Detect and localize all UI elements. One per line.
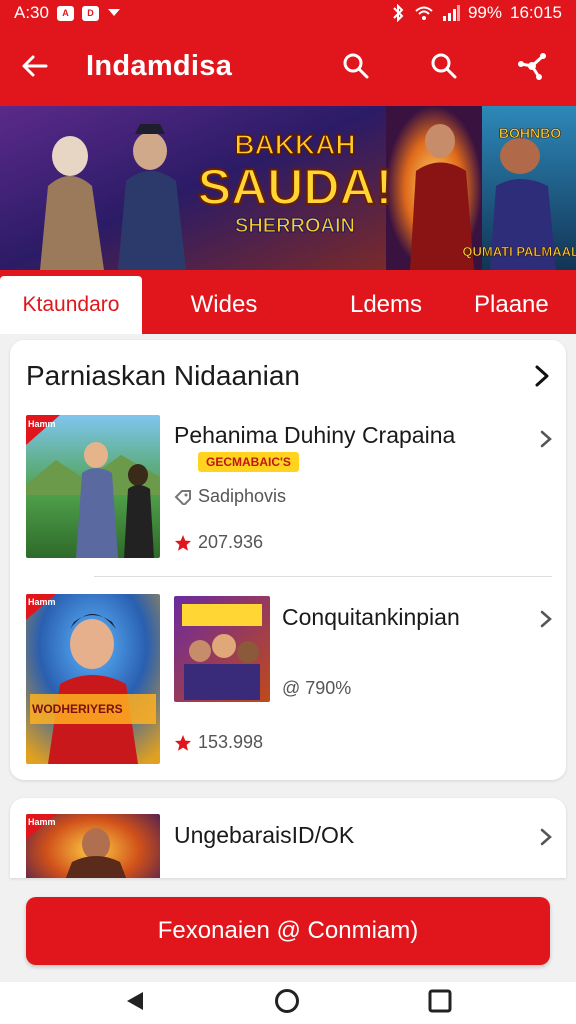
item-meta-text: @ 790% bbox=[282, 678, 352, 698]
arrow-left-icon bbox=[22, 55, 48, 77]
primary-cta-button[interactable]: Fexonaien @ Conmiam) bbox=[26, 897, 550, 965]
tab-plaane[interactable]: Plaane bbox=[466, 276, 576, 334]
chevron-right-icon bbox=[540, 828, 552, 846]
game-thumbnail: WODHERIYERS Hamm bbox=[26, 594, 160, 764]
item-title: Conquitankinpian bbox=[282, 604, 460, 630]
dropdown-notification-icon bbox=[107, 9, 120, 16]
item-rating-value: 207.936 bbox=[198, 532, 264, 552]
banner-right-tag-2: QUMATI PALMAALS bbox=[462, 244, 576, 259]
wifi-icon bbox=[415, 6, 433, 20]
signal-icon bbox=[442, 5, 460, 21]
bluetooth-icon bbox=[393, 4, 404, 22]
section-title: Parniaskan Nidaanian bbox=[26, 360, 300, 391]
notification-icon: D bbox=[81, 5, 99, 21]
status-clock: 16:015 bbox=[510, 3, 562, 22]
thumbnail-text: WODHERIYERS bbox=[32, 702, 123, 716]
battery-level: 99% bbox=[467, 3, 502, 22]
section-card: Hamm UngebaraisID/OK bbox=[10, 798, 566, 878]
tab-ktaundaro[interactable]: Ktaundaro bbox=[0, 276, 142, 334]
thumbnail-corner-tag: Hamm bbox=[28, 419, 56, 429]
item-meta-text: Sadiphovis bbox=[198, 486, 287, 506]
banner-headline-2: SAUDA! bbox=[198, 159, 392, 215]
recents-square-icon bbox=[428, 989, 452, 1012]
tag-icon bbox=[174, 489, 191, 505]
promo-banner[interactable]: BAKKAH SAUDA! SHERROAIN BOHNBO QUMATI PA… bbox=[0, 106, 576, 270]
chevron-right-icon bbox=[535, 365, 549, 387]
tab-wides[interactable]: Wides bbox=[142, 276, 306, 334]
search-icon bbox=[431, 53, 457, 79]
chevron-right-icon bbox=[540, 610, 552, 628]
banner-artwork: BAKKAH SAUDA! SHERROAIN BOHNBO QUMATI PA… bbox=[0, 106, 576, 270]
section-header[interactable]: Parniaskan Nidaanian bbox=[26, 358, 550, 394]
back-triangle-icon bbox=[127, 991, 143, 1010]
banner-headline-1: BAKKAH bbox=[234, 129, 355, 160]
nav-home-button[interactable] bbox=[274, 988, 300, 1019]
star-icon bbox=[175, 734, 191, 751]
search-icon bbox=[343, 53, 369, 79]
item-badge: GECMABAIC'S bbox=[198, 452, 299, 472]
list-item[interactable]: Hamm UngebaraisID/OK bbox=[10, 814, 566, 878]
section-card: Parniaskan Nidaanian Hamm Pehanima Duhin… bbox=[10, 340, 566, 780]
nav-back-button[interactable] bbox=[124, 990, 146, 1017]
secondary-thumbnail bbox=[174, 596, 270, 702]
item-rating-value: 153.998 bbox=[198, 732, 264, 752]
game-thumbnail: Hamm bbox=[26, 415, 160, 558]
share-button[interactable] bbox=[488, 26, 576, 106]
divider bbox=[94, 576, 552, 577]
search-button[interactable] bbox=[312, 26, 400, 106]
status-bar: A:30 A D 99% 16:015 bbox=[0, 0, 576, 26]
thumbnail-corner-tag: Hamm bbox=[28, 817, 56, 827]
game-thumbnail: Hamm bbox=[26, 814, 160, 878]
item-rating: 153.998 bbox=[174, 732, 263, 753]
thumbnail-corner-tag: Hamm bbox=[28, 597, 56, 607]
notification-icon: A bbox=[56, 5, 74, 21]
chevron-right-icon bbox=[540, 430, 552, 448]
item-meta: @ 790% bbox=[282, 678, 351, 699]
app-bar: Indamdisa bbox=[0, 26, 576, 106]
tab-bar: Ktaundaro Wides Ldems Plaane bbox=[0, 270, 576, 334]
nav-recents-button[interactable] bbox=[428, 989, 452, 1018]
back-button[interactable] bbox=[0, 26, 68, 106]
tab-ldems[interactable]: Ldems bbox=[306, 276, 466, 334]
item-title: Pehanima Duhiny Crapaina bbox=[174, 422, 456, 448]
item-rating: 207.936 bbox=[174, 532, 263, 553]
page-title: Indamdisa bbox=[86, 49, 233, 82]
home-circle-icon bbox=[275, 988, 299, 1013]
banner-right-tag-1: BOHNBO bbox=[499, 125, 561, 141]
search-button-secondary[interactable] bbox=[400, 26, 488, 106]
list-item[interactable]: Hamm Pehanima Duhiny Crapaina GECMABAIC'… bbox=[10, 414, 566, 564]
system-nav-bar bbox=[0, 982, 576, 1024]
list-item[interactable]: WODHERIYERS Hamm Conquitankinpian @ 790%… bbox=[10, 594, 566, 766]
share-icon bbox=[518, 53, 546, 80]
item-title: UngebaraisID/OK bbox=[174, 822, 355, 848]
status-time-left: A:30 bbox=[14, 3, 49, 22]
item-meta: Sadiphovis bbox=[174, 486, 286, 507]
star-icon bbox=[175, 534, 191, 551]
banner-headline-3: SHERROAIN bbox=[235, 215, 355, 237]
